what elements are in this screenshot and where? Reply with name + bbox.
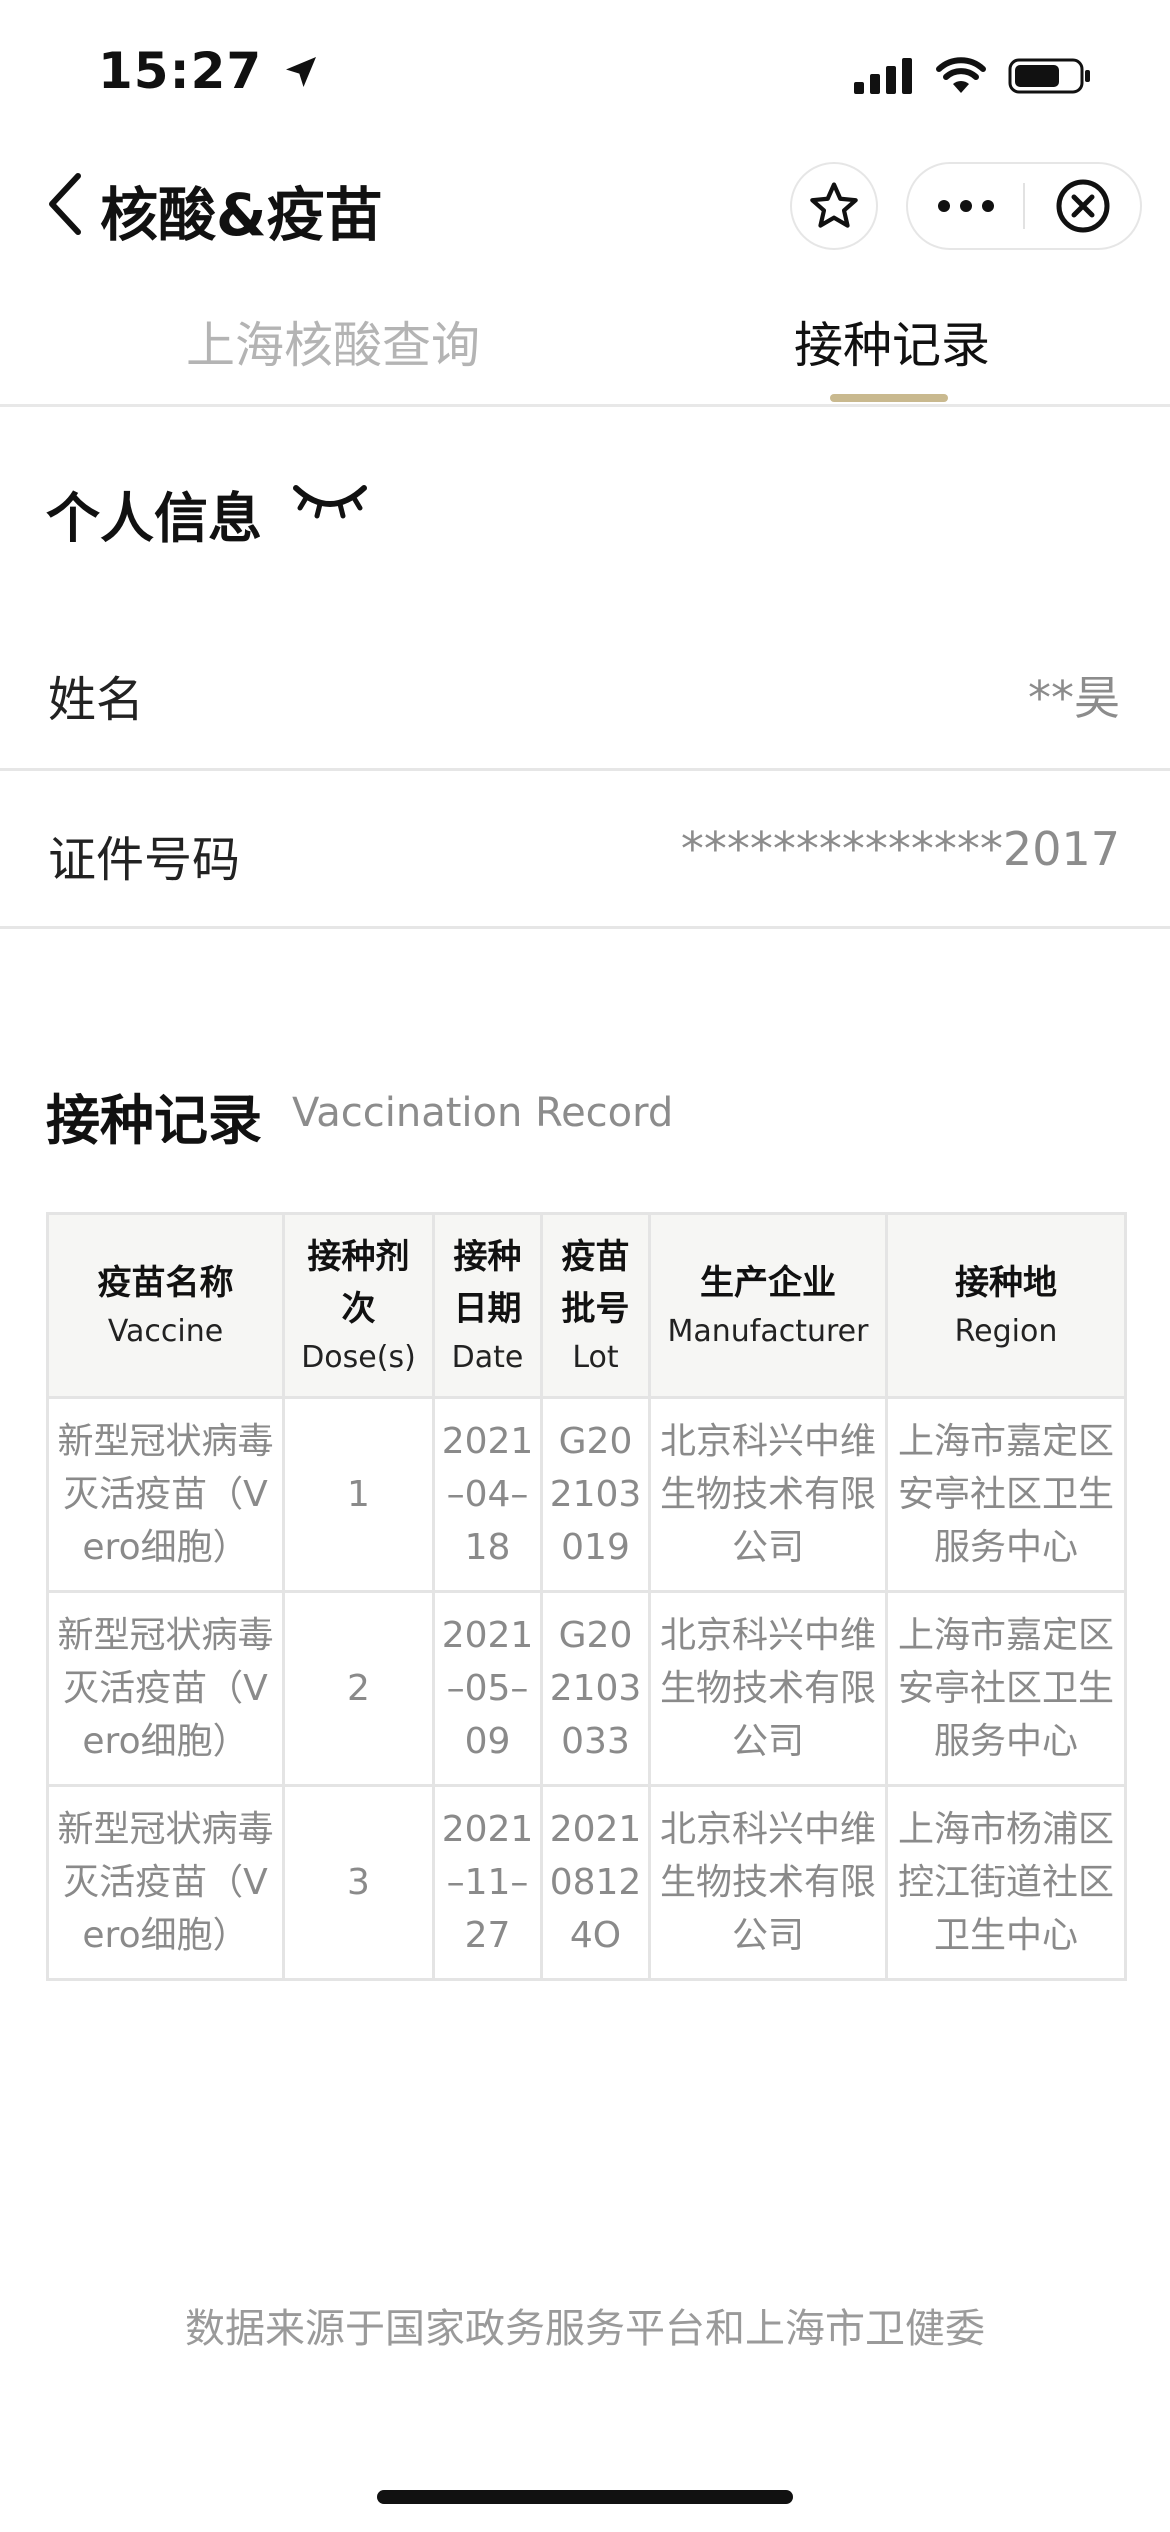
- status-time: 15:27: [98, 42, 321, 100]
- dose-cell: 1: [282, 1396, 435, 1593]
- date-cell: 2021–04–18: [432, 1396, 543, 1593]
- vaccination-table: 疫苗名称 Vaccine 接种剂次 Dose(s) 接种日期 Date 疫苗批号 Lot…: [46, 1212, 1127, 1981]
- tab-nucleic-acid-query[interactable]: 上海核酸查询: [186, 306, 480, 377]
- favorite-button[interactable]: [790, 162, 878, 250]
- region-cell: 上海市嘉定区安亭社区卫生服务中心: [885, 1590, 1127, 1787]
- manufacturer-cell: 北京科兴中维生物技术有限公司: [648, 1784, 888, 1981]
- more-button[interactable]: [908, 164, 1023, 248]
- name-label: 姓名: [48, 672, 145, 728]
- table-header-row: 疫苗名称 Vaccine 接种剂次 Dose(s) 接种日期 Date 疫苗批号 Lot…: [46, 1212, 1127, 1399]
- visibility-toggle-button[interactable]: [292, 480, 368, 528]
- dose-cell: 3: [282, 1784, 435, 1981]
- column-header-lot: 疫苗批号 Lot: [540, 1212, 651, 1399]
- eye-closed-icon: [293, 485, 367, 519]
- location-arrow-icon: [285, 57, 316, 87]
- back-button[interactable]: [44, 172, 84, 240]
- personal-info-title: 个人信息: [46, 487, 262, 550]
- name-value: **昊: [1028, 671, 1120, 725]
- mini-program-capsule: [906, 162, 1142, 250]
- column-header-manufacturer: 生产企业 Manufacturer: [648, 1212, 888, 1399]
- battery-icon: [1008, 58, 1090, 94]
- row-divider: [0, 926, 1170, 929]
- id-number-value: **************2017: [680, 822, 1120, 876]
- vaccination-record-title: 接种记录: [46, 1089, 262, 1152]
- region-cell: 上海市杨浦区控江街道社区卫生中心: [885, 1784, 1127, 1981]
- column-header-region: 接种地 Region: [885, 1212, 1127, 1399]
- data-source-footer: 数据来源于国家政务服务平台和上海市卫健委: [185, 2306, 985, 2352]
- home-indicator[interactable]: [377, 2490, 793, 2504]
- vaccine-cell: 新型冠状病毒灭活疫苗（Vero细胞）: [46, 1784, 285, 1981]
- more-dots-icon: [937, 200, 994, 212]
- star-icon: [810, 182, 858, 228]
- dose-cell: 2: [282, 1590, 435, 1787]
- table-row: 新型冠状病毒灭活疫苗（Vero细胞） 2 2021–05–09 G2021030…: [46, 1590, 1127, 1787]
- status-icons: [854, 56, 1092, 96]
- close-circle-icon: [1056, 179, 1109, 233]
- column-header-date: 接种日期 Date: [432, 1212, 543, 1399]
- vaccine-cell: 新型冠状病毒灭活疫苗（Vero细胞）: [46, 1590, 285, 1787]
- tabs-divider: [0, 404, 1170, 407]
- date-cell: 2021–11–27: [432, 1784, 543, 1981]
- vaccine-cell: 新型冠状病毒灭活疫苗（Vero细胞）: [46, 1396, 285, 1593]
- close-button[interactable]: [1025, 164, 1140, 248]
- region-cell: 上海市嘉定区安亭社区卫生服务中心: [885, 1396, 1127, 1593]
- table-row: 新型冠状病毒灭活疫苗（Vero细胞） 3 2021–11–27 20210812…: [46, 1784, 1127, 1981]
- table-row: 新型冠状病毒灭活疫苗（Vero细胞） 1 2021–04–18 G2021030…: [46, 1396, 1127, 1593]
- row-divider: [0, 768, 1170, 771]
- vaccination-record-subtitle: Vaccination Record: [292, 1090, 674, 1136]
- active-tab-indicator: [830, 394, 948, 402]
- manufacturer-cell: 北京科兴中维生物技术有限公司: [648, 1590, 888, 1787]
- page-title: 核酸&疫苗: [100, 181, 383, 249]
- tab-vaccination-record[interactable]: 接种记录: [794, 306, 990, 377]
- lot-cell: G202103033: [540, 1590, 651, 1787]
- date-cell: 2021–05–09: [432, 1590, 543, 1787]
- cellular-signal-icon: [854, 58, 912, 94]
- lot-cell: 20210812 4O: [540, 1784, 651, 1981]
- wifi-icon: [936, 57, 986, 93]
- column-header-vaccine: 疫苗名称 Vaccine: [46, 1212, 285, 1399]
- lot-cell: G202103019: [540, 1396, 651, 1593]
- id-number-label: 证件号码: [48, 832, 241, 888]
- column-header-dose: 接种剂次 Dose(s): [282, 1212, 435, 1399]
- manufacturer-cell: 北京科兴中维生物技术有限公司: [648, 1396, 888, 1593]
- chevron-left-icon: [49, 173, 81, 235]
